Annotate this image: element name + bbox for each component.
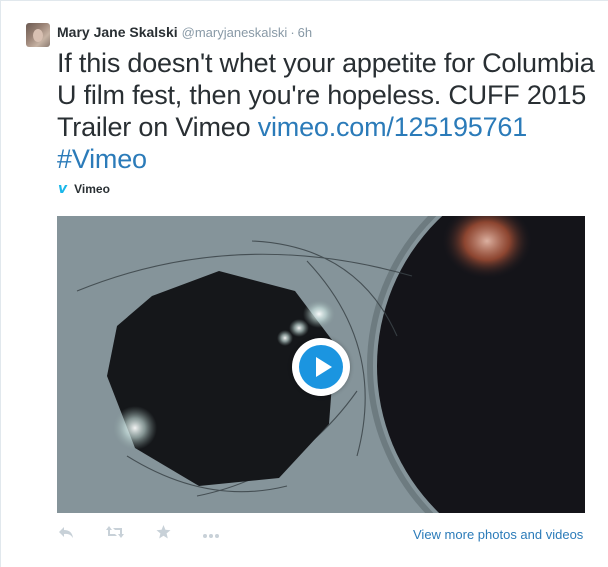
tweet-text: If this doesn't whet your appetite for C… bbox=[57, 47, 597, 175]
more-icon[interactable] bbox=[202, 526, 220, 542]
video-thumbnail[interactable] bbox=[57, 216, 585, 513]
author-username[interactable]: @maryjaneskalski bbox=[182, 25, 288, 40]
retweet-icon[interactable] bbox=[105, 525, 125, 542]
hashtag-link[interactable]: #Vimeo bbox=[57, 144, 147, 174]
avatar[interactable] bbox=[26, 23, 50, 47]
play-button[interactable] bbox=[292, 338, 350, 396]
tweet: Mary Jane Skalski @maryjaneskalski · 6h … bbox=[0, 0, 608, 567]
reply-icon[interactable] bbox=[58, 525, 74, 542]
tweet-actions bbox=[58, 525, 251, 542]
play-icon bbox=[299, 345, 343, 389]
vimeo-icon: v bbox=[58, 181, 68, 197]
tweet-timestamp[interactable]: 6h bbox=[298, 25, 312, 40]
author-fullname[interactable]: Mary Jane Skalski bbox=[57, 24, 178, 40]
header-separator: · bbox=[290, 25, 295, 40]
card-provider-name: Vimeo bbox=[74, 182, 110, 196]
vimeo-url-link[interactable]: vimeo.com/125195761 bbox=[258, 112, 528, 142]
tweet-header: Mary Jane Skalski @maryjaneskalski · 6h bbox=[57, 24, 312, 44]
view-more-media-link[interactable]: View more photos and videos bbox=[413, 527, 583, 542]
avatar-face bbox=[33, 29, 43, 42]
star-icon[interactable] bbox=[156, 525, 171, 542]
card-attribution[interactable]: v Vimeo bbox=[58, 181, 110, 197]
